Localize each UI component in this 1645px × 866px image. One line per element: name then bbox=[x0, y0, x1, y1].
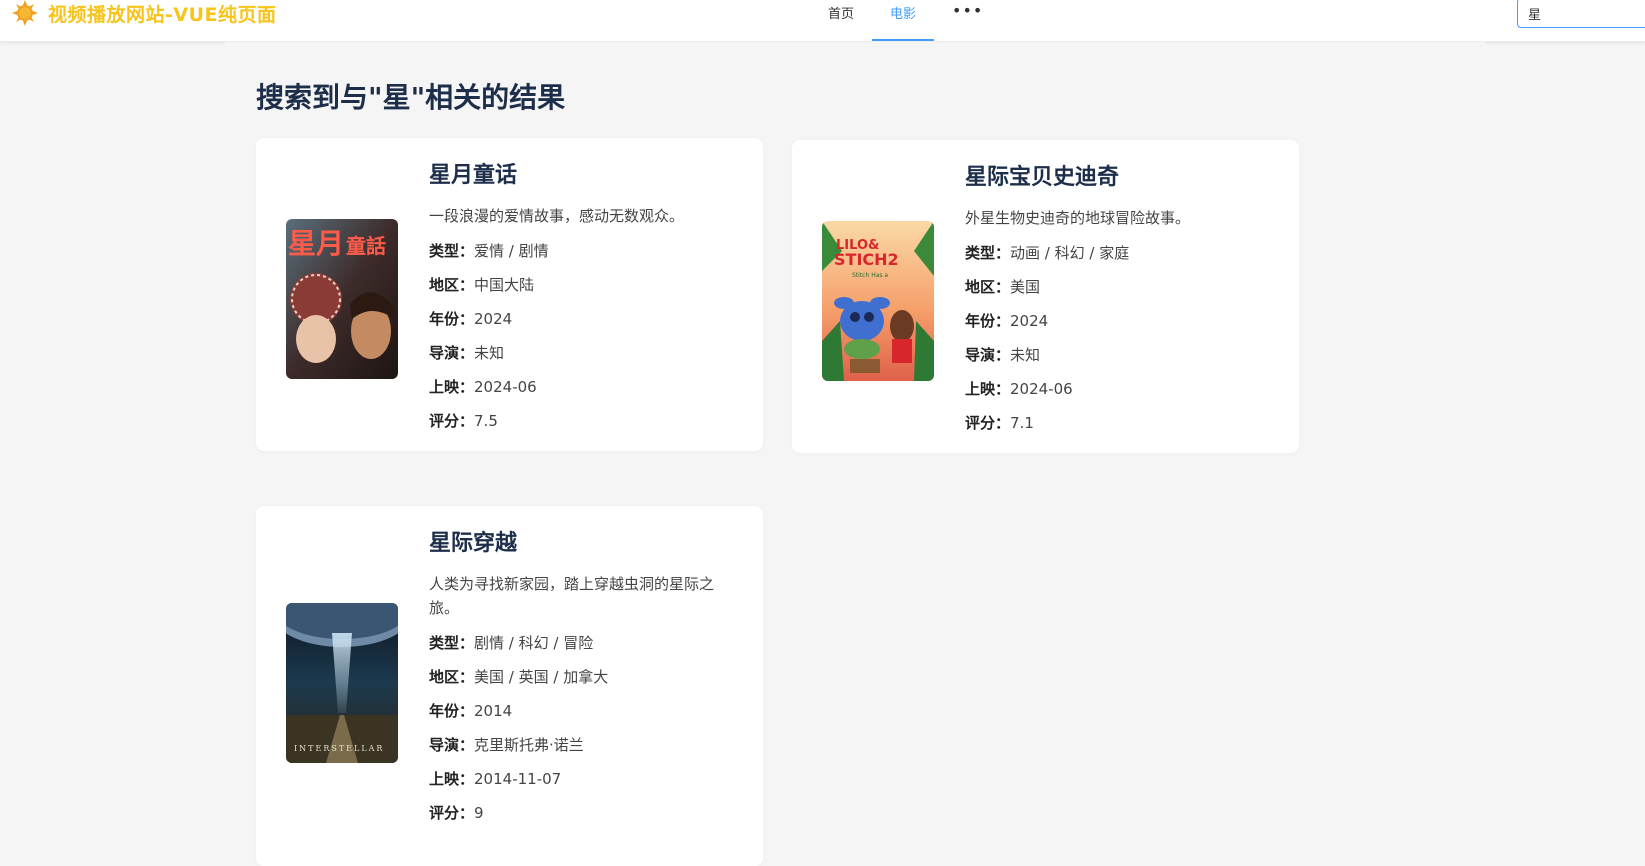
movie-year: 年份：2024 bbox=[965, 312, 1049, 330]
movie-description: 一段浪漫的爱情故事，感动无数观众。 bbox=[429, 207, 685, 225]
movie-poster[interactable]: LILO& STICH2 Stitch Has a bbox=[822, 221, 934, 381]
top-header: 视频播放网站-VUE纯页面 首页 电影 ••• bbox=[0, 0, 1645, 42]
movie-year: 年份：2024 bbox=[429, 310, 513, 328]
svg-text:童話: 童話 bbox=[346, 234, 386, 258]
site-logo[interactable]: 视频播放网站-VUE纯页面 bbox=[12, 0, 277, 26]
movie-card[interactable]: INTERSTELLAR 星际穿越 人类为寻找新家园，踏上穿越虫洞的星际之旅。 … bbox=[256, 506, 763, 866]
movie-release: 上映：2024-06 bbox=[965, 380, 1073, 398]
movie-region: 地区：中国大陆 bbox=[429, 276, 535, 294]
movie-rating: 评分：9 bbox=[429, 804, 484, 822]
svg-text:STICH2: STICH2 bbox=[834, 250, 899, 269]
movie-title[interactable]: 星际穿越 bbox=[429, 528, 739, 560]
svg-text:Stitch Has a: Stitch Has a bbox=[852, 272, 888, 279]
movie-genre: 类型：动画 / 科幻 / 家庭 bbox=[965, 244, 1130, 262]
svg-text:星月: 星月 bbox=[288, 227, 344, 260]
main-nav: 首页 电影 ••• bbox=[810, 0, 1001, 42]
movie-release: 上映：2024-06 bbox=[429, 378, 537, 396]
movie-genre: 类型：爱情 / 剧情 bbox=[429, 242, 549, 260]
movie-genre: 类型：剧情 / 科幻 / 冒险 bbox=[429, 634, 594, 652]
svg-text:INTERSTELLAR: INTERSTELLAR bbox=[294, 744, 384, 753]
sun-logo-icon bbox=[12, 0, 38, 26]
movie-region: 地区：美国 / 英国 / 加拿大 bbox=[429, 668, 609, 686]
page-title: 搜索到与"星"相关的结果 bbox=[256, 81, 566, 114]
poster-space-icon: INTERSTELLAR bbox=[286, 603, 398, 763]
movie-year: 年份：2014 bbox=[429, 702, 513, 720]
movie-title[interactable]: 星际宝贝史迪奇 bbox=[965, 162, 1275, 194]
poster-romance-icon: 星月 童話 bbox=[286, 219, 398, 379]
movie-poster[interactable]: 星月 童話 bbox=[286, 219, 398, 379]
search-box bbox=[1517, 0, 1645, 28]
site-title: 视频播放网站-VUE纯页面 bbox=[48, 3, 277, 26]
movie-director: 导演：克里斯托弗·诺兰 bbox=[429, 736, 584, 754]
search-results-page: 搜索到与"星"相关的结果 星月 童話 星月童话 一段浪漫的爱情故事，感动无数观众… bbox=[225, 42, 1485, 866]
poster-cartoon-icon: LILO& STICH2 Stitch Has a bbox=[822, 221, 934, 381]
movie-release: 上映：2014-11-07 bbox=[429, 770, 562, 788]
movie-description: 外星生物史迪奇的地球冒险故事。 bbox=[965, 209, 1191, 227]
movie-rating: 评分：7.5 bbox=[429, 412, 498, 430]
movie-card[interactable]: 星月 童話 星月童话 一段浪漫的爱情故事，感动无数观众。 类型：爱情 / 剧情 … bbox=[256, 138, 763, 451]
movie-title[interactable]: 星月童话 bbox=[429, 160, 739, 192]
nav-home[interactable]: 首页 bbox=[810, 0, 872, 40]
movie-region: 地区：美国 bbox=[965, 278, 1041, 296]
nav-movies[interactable]: 电影 bbox=[872, 0, 935, 41]
movie-info: 星际穿越 人类为寻找新家园，踏上穿越虫洞的星际之旅。 类型：剧情 / 科幻 / … bbox=[429, 528, 739, 830]
movie-director: 导演：未知 bbox=[429, 344, 505, 362]
movie-card[interactable]: LILO& STICH2 Stitch Has a 星际宝贝史迪奇 外星生物史迪… bbox=[792, 140, 1299, 453]
movie-rating: 评分：7.1 bbox=[965, 414, 1034, 432]
movie-poster[interactable]: INTERSTELLAR bbox=[286, 603, 398, 763]
movie-description: 人类为寻找新家园，踏上穿越虫洞的星际之旅。 bbox=[429, 575, 715, 617]
movie-info: 星月童话 一段浪漫的爱情故事，感动无数观众。 类型：爱情 / 剧情 地区：中国大… bbox=[429, 160, 739, 438]
search-input[interactable] bbox=[1528, 5, 1645, 21]
nav-more-icon[interactable]: ••• bbox=[934, 0, 1001, 40]
movie-director: 导演：未知 bbox=[965, 346, 1041, 364]
movie-info: 星际宝贝史迪奇 外星生物史迪奇的地球冒险故事。 类型：动画 / 科幻 / 家庭 … bbox=[965, 162, 1275, 440]
